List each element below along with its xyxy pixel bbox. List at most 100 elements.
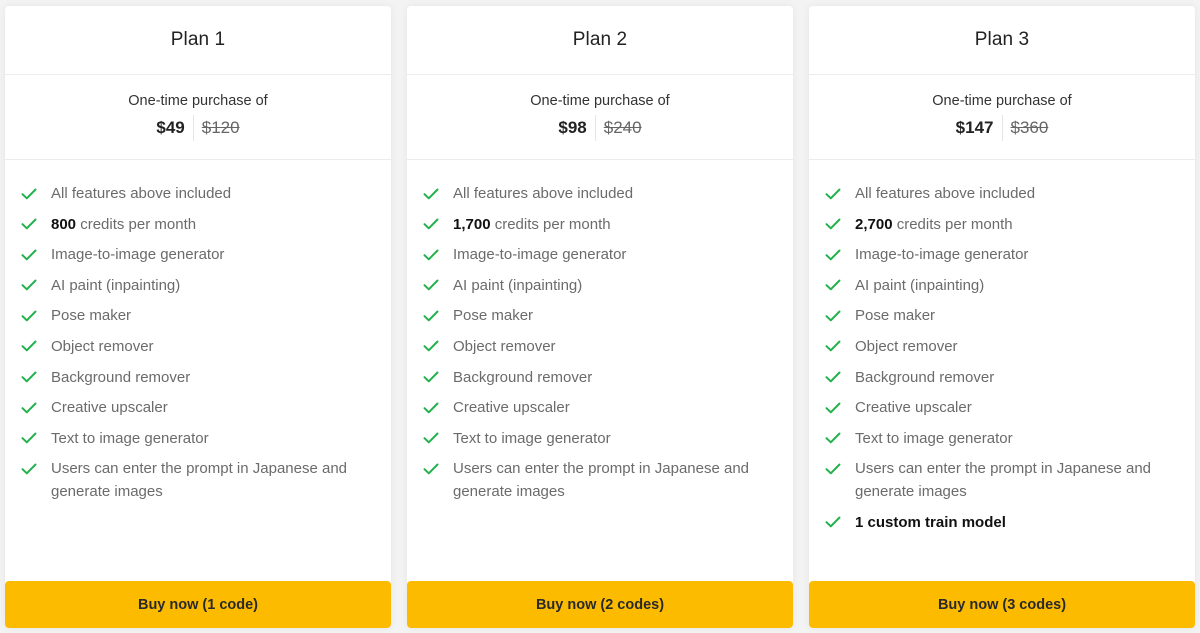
buy-now-button[interactable]: Buy now (2 codes) [407, 581, 793, 628]
check-icon [823, 457, 843, 480]
buy-now-button[interactable]: Buy now (3 codes) [809, 581, 1195, 628]
feature-item: 1 custom train model [823, 511, 1179, 534]
feature-text: Creative upscaler [51, 396, 168, 419]
check-icon [19, 274, 39, 297]
feature-label: Background remover [51, 368, 191, 386]
check-icon [823, 396, 843, 419]
feature-text: Image-to-image generator [51, 243, 224, 266]
feature-label: credits per month [76, 215, 197, 233]
feature-text: All features above included [51, 182, 231, 205]
feature-label: All features above included [453, 185, 634, 202]
check-icon [19, 457, 39, 480]
plan-title: Plan 2 [572, 29, 628, 50]
feature-label: Image-to-image generator [855, 246, 1029, 264]
feature-item: Text to image generator [421, 427, 777, 450]
feature-label: Creative upscaler [855, 399, 972, 417]
feature-label: Image-to-image generator [51, 246, 225, 264]
feature-label: AI paint (inpainting) [453, 276, 583, 294]
feature-item: Image-to-image generator [823, 243, 1179, 266]
feature-item: Object remover [19, 335, 375, 358]
feature-item: 1,700 credits per month [421, 213, 777, 236]
check-icon [19, 243, 39, 266]
check-icon [19, 304, 39, 327]
feature-label: Pose maker [51, 307, 132, 325]
feature-text: Users can enter the prompt in Japanese a… [51, 457, 375, 503]
feature-label: Text to image generator [855, 429, 1013, 447]
feature-text: Creative upscaler [855, 396, 972, 419]
plan-header: Plan 2 [407, 6, 793, 75]
price-row: $49 $120 [156, 115, 240, 141]
price-block: One-time purchase of $147 $360 [809, 75, 1195, 160]
feature-text: Image-to-image generator [855, 243, 1028, 266]
feature-text: All features above included [855, 182, 1035, 205]
feature-text: Pose maker [855, 304, 935, 327]
pricing-plans: Plan 1 One-time purchase of $49 $120 All… [0, 0, 1200, 633]
feature-label: credits per month [892, 215, 1013, 233]
price-caption: One-time purchase of [530, 93, 670, 109]
feature-item: All features above included [823, 182, 1179, 205]
feature-list: All features above included 800 credits p… [5, 160, 391, 581]
feature-item: Creative upscaler [421, 396, 777, 419]
feature-item: Users can enter the prompt in Japanese a… [19, 457, 375, 503]
feature-list: All features above included 1,700 credits… [407, 160, 793, 581]
current-price: $98 [558, 115, 596, 141]
current-price: $49 [156, 115, 194, 141]
feature-item: Users can enter the prompt in Japanese a… [421, 457, 777, 503]
buy-now-button[interactable]: Buy now (1 code) [5, 581, 391, 628]
feature-item: Creative upscaler [823, 396, 1179, 419]
feature-label: AI paint (inpainting) [51, 276, 181, 294]
check-icon [823, 243, 843, 266]
feature-item: Users can enter the prompt in Japanese a… [823, 457, 1179, 503]
feature-text: Background remover [453, 366, 592, 389]
feature-label: Object remover [855, 337, 958, 355]
plan-card-1: Plan 1 One-time purchase of $49 $120 All… [5, 6, 391, 628]
feature-label: Text to image generator [51, 429, 209, 447]
feature-item: 800 credits per month [19, 213, 375, 236]
feature-label: Users can enter the prompt in Japanese a… [855, 460, 1152, 501]
check-icon [421, 274, 441, 297]
feature-label: AI paint (inpainting) [855, 276, 985, 294]
check-icon [421, 243, 441, 266]
price-row: $147 $360 [956, 115, 1048, 141]
check-icon [19, 427, 39, 450]
plan-header: Plan 3 [809, 6, 1195, 75]
plan-title: Plan 3 [974, 29, 1030, 50]
feature-item: Object remover [823, 335, 1179, 358]
check-icon [823, 182, 843, 205]
check-icon [421, 304, 441, 327]
feature-item: Background remover [823, 366, 1179, 389]
price-block: One-time purchase of $98 $240 [407, 75, 793, 160]
plan-title: Plan 1 [170, 29, 226, 50]
check-icon [823, 274, 843, 297]
price-block: One-time purchase of $49 $120 [5, 75, 391, 160]
feature-text: 2,700 credits per month [855, 213, 1013, 236]
feature-item: All features above included [421, 182, 777, 205]
check-icon [19, 366, 39, 389]
feature-highlight: 1 custom train model [855, 513, 1006, 531]
feature-highlight: 2,700 [855, 215, 893, 233]
feature-text: Text to image generator [855, 427, 1013, 450]
feature-label: Pose maker [453, 307, 534, 325]
feature-text: Pose maker [453, 304, 533, 327]
check-icon [19, 182, 39, 205]
feature-item: AI paint (inpainting) [421, 274, 777, 297]
plan-card-3: Plan 3 One-time purchase of $147 $360 Al… [809, 6, 1195, 628]
feature-label: Text to image generator [453, 429, 611, 447]
check-icon [421, 366, 441, 389]
check-icon [19, 335, 39, 358]
feature-label: Pose maker [855, 307, 936, 325]
price-caption: One-time purchase of [128, 93, 268, 109]
feature-text: Background remover [855, 366, 994, 389]
feature-label: Creative upscaler [51, 399, 168, 417]
feature-item: Creative upscaler [19, 396, 375, 419]
feature-label: All features above included [51, 185, 232, 202]
check-icon [421, 396, 441, 419]
feature-item: All features above included [19, 182, 375, 205]
feature-label: Background remover [855, 368, 995, 386]
check-icon [823, 366, 843, 389]
feature-item: Text to image generator [823, 427, 1179, 450]
original-price: $120 [201, 118, 240, 137]
feature-text: Pose maker [51, 304, 131, 327]
check-icon [823, 335, 843, 358]
check-icon [421, 335, 441, 358]
